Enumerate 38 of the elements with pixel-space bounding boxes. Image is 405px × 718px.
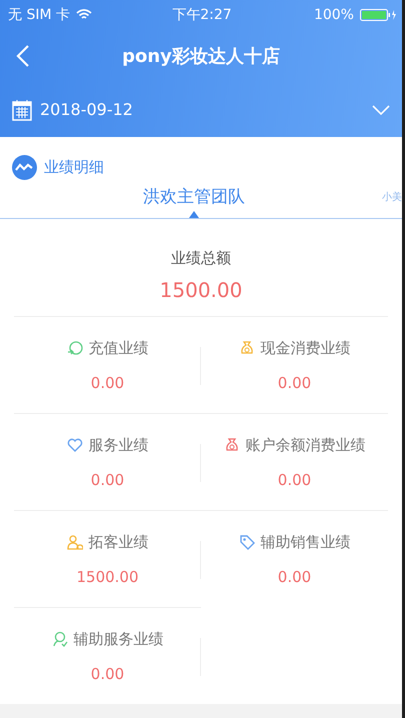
metric-label: 辅助销售业绩 — [260, 532, 350, 552]
metric-value: 0.00 — [90, 470, 124, 488]
tag-icon — [238, 534, 254, 550]
user-icon — [52, 631, 68, 647]
triangle-icon — [189, 211, 199, 218]
clock-text: 下午2:27 — [172, 6, 232, 24]
metric-value: 1500.00 — [76, 568, 139, 586]
people-icon — [66, 534, 82, 550]
tab[interactable]: 洪欢主管团队 — [143, 185, 245, 208]
metric-label: 拓客业绩 — [88, 532, 148, 552]
total-label: 业绩总额 — [171, 249, 231, 268]
metric-label: 服务业绩 — [88, 436, 148, 454]
total-value: 1500.00 — [160, 278, 242, 302]
battery-icon — [360, 9, 396, 21]
metric-value: 0.00 — [278, 568, 312, 586]
metric-label: 辅助服务业绩 — [74, 630, 164, 648]
section-title: 业绩明细 — [44, 158, 104, 177]
calendar-icon — [12, 98, 32, 120]
chevron-down-icon[interactable] — [372, 104, 390, 114]
date-text[interactable]: 2018-09-12 — [40, 100, 364, 119]
metric-value: 0.00 — [90, 374, 124, 392]
metric-label: 充值业绩 — [88, 338, 148, 358]
trend-icon — [12, 155, 37, 180]
metric-label: 现金消费业绩 — [260, 338, 350, 358]
metric-value: 0.00 — [90, 664, 124, 682]
carrier-text: 无 SIM 卡 — [8, 6, 70, 24]
back-icon[interactable] — [16, 44, 30, 68]
wifi-icon — [76, 9, 92, 21]
metric-label: 账户余额消费业绩 — [246, 436, 366, 454]
page-title: pony彩妆达人十店 — [122, 45, 280, 68]
tab[interactable]: 小美 — [382, 190, 402, 204]
heart-icon — [66, 437, 82, 453]
battery-text: 100% — [314, 7, 354, 23]
metric-value: 0.00 — [278, 374, 312, 392]
money-bag-icon — [238, 340, 254, 356]
metric-value: 0.00 — [278, 470, 312, 488]
money-bag-icon — [224, 437, 240, 453]
exchange-icon — [66, 340, 82, 356]
